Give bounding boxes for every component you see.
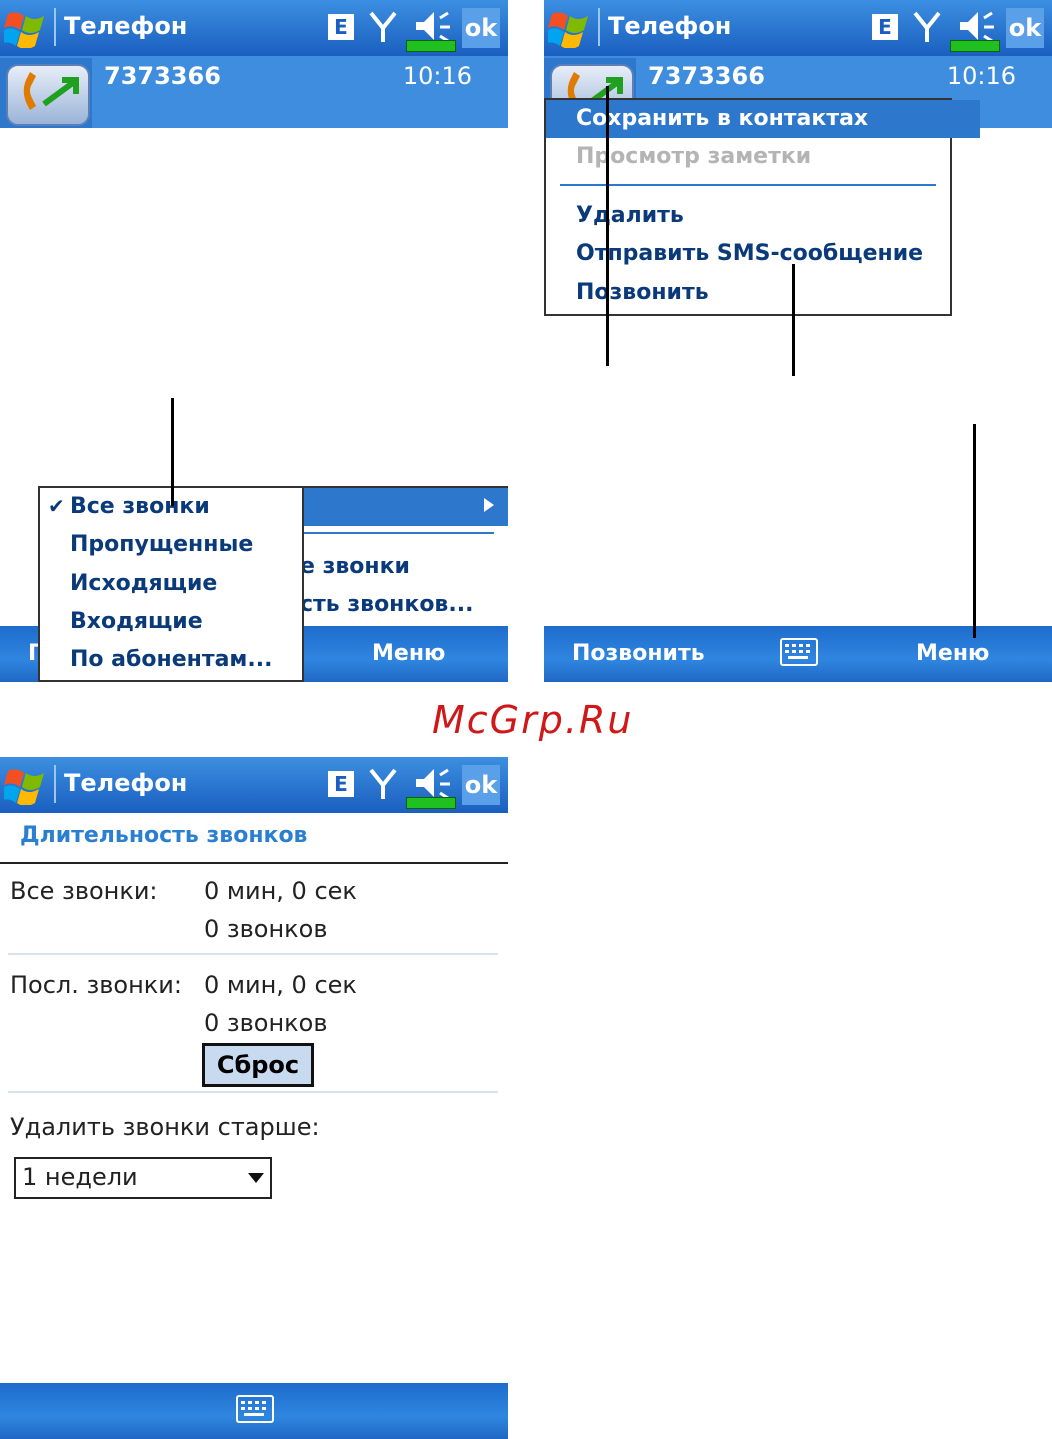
contact-avatar-frame[interactable] <box>0 58 92 128</box>
speaker-volume-icon[interactable] <box>412 10 452 44</box>
battery-icon <box>950 40 1000 52</box>
signal-antenna-icon[interactable] <box>912 10 942 44</box>
battery-icon <box>406 40 456 52</box>
all-calls-duration: 0 мин, 0 сек <box>204 877 357 905</box>
title-bar: Телефон E ok <box>544 0 1052 56</box>
watermark: McGrp.Ru <box>432 698 634 742</box>
call-time: 10:16 <box>402 62 472 90</box>
ok-button[interactable]: ok <box>1006 8 1044 48</box>
title-separator <box>598 8 600 46</box>
filter-submenu: ✔ Все звонки Пропущенные Исходящие Входя… <box>38 486 304 682</box>
title-bar: Телефон E ok <box>0 0 508 56</box>
windows-start-icon[interactable] <box>4 765 48 805</box>
softkey-menu[interactable]: Меню <box>372 641 445 666</box>
call-time: 10:16 <box>946 62 1016 90</box>
menu-item-view-note: Просмотр заметки <box>576 144 812 169</box>
recent-calls-duration: 0 мин, 0 сек <box>204 971 357 999</box>
menu-divider <box>560 184 936 186</box>
title-bar: Телефон E ok <box>0 757 508 813</box>
caller-number: 7373366 <box>104 62 221 90</box>
all-calls-label: Все звонки: <box>10 877 158 905</box>
speaker-volume-icon[interactable] <box>412 767 452 801</box>
outgoing-call-icon <box>6 64 90 126</box>
ok-button[interactable]: ok <box>462 8 500 48</box>
speaker-volume-icon[interactable] <box>956 10 996 44</box>
softkey-menu[interactable]: Меню <box>916 641 989 666</box>
filter-by-caller[interactable]: По абонентам... <box>40 641 332 679</box>
caller-number: 7373366 <box>648 62 765 90</box>
signal-antenna-icon[interactable] <box>368 767 398 801</box>
callout-line-sms <box>792 264 795 376</box>
screen-call-log-filter: Телефон E ok 7373366 10:16 е звонки сть … <box>0 0 508 682</box>
menu-item-save-to-contacts[interactable]: Сохранить в контактах <box>546 100 980 138</box>
title-separator <box>54 765 56 803</box>
edge-indicator-icon: E <box>872 14 898 40</box>
recent-calls-label: Посл. звонки: <box>10 971 182 999</box>
softkey-bar <box>0 1383 508 1439</box>
reset-button[interactable]: Сброс <box>202 1043 314 1087</box>
menu-item-delete[interactable]: Удалить <box>546 197 980 235</box>
submenu-arrow-icon <box>484 498 494 512</box>
delete-older-select[interactable]: 1 недели <box>14 1157 272 1199</box>
recent-calls-count: 0 звонков <box>204 1009 328 1037</box>
keyboard-icon[interactable] <box>780 638 818 666</box>
windows-start-icon[interactable] <box>4 8 48 48</box>
battery-icon <box>406 797 456 809</box>
delete-older-label: Удалить звонки старше: <box>10 1113 320 1141</box>
chevron-down-icon <box>248 1173 264 1183</box>
signal-antenna-icon[interactable] <box>368 10 398 44</box>
row-divider <box>8 1091 498 1093</box>
menu-item-send-sms[interactable]: Отправить SMS-сообщение <box>546 235 980 273</box>
keyboard-icon[interactable] <box>236 1395 274 1423</box>
callout-line-filter <box>171 398 174 506</box>
filter-outgoing[interactable]: Исходящие <box>40 565 332 603</box>
delete-older-value: 1 недели <box>22 1163 138 1191</box>
callout-line-menu <box>973 424 976 638</box>
app-title: Телефон <box>64 769 188 797</box>
section-title: Длительность звонков <box>20 823 308 848</box>
softkey-call[interactable]: Позвонить <box>572 641 705 666</box>
callout-line-save <box>606 86 609 366</box>
title-separator <box>54 8 56 46</box>
edge-indicator-icon: E <box>328 771 354 797</box>
filter-missed[interactable]: Пропущенные <box>40 526 332 564</box>
filter-incoming[interactable]: Входящие <box>40 603 332 641</box>
section-title-rule <box>0 862 508 864</box>
ok-button[interactable]: ok <box>462 765 500 805</box>
menu-item-call[interactable]: Позвонить <box>546 274 980 312</box>
filter-all-calls[interactable]: Все звонки <box>40 488 332 526</box>
call-info-bar: 7373366 10:16 <box>0 56 508 128</box>
windows-start-icon[interactable] <box>548 8 592 48</box>
edge-indicator-icon: E <box>328 14 354 40</box>
app-title: Телефон <box>64 12 188 40</box>
row-divider <box>8 953 498 955</box>
app-title: Телефон <box>608 12 732 40</box>
all-calls-count: 0 звонков <box>204 915 328 943</box>
screen-call-timers: Телефон E ok Длительность звонков Все зв… <box>0 757 508 1439</box>
